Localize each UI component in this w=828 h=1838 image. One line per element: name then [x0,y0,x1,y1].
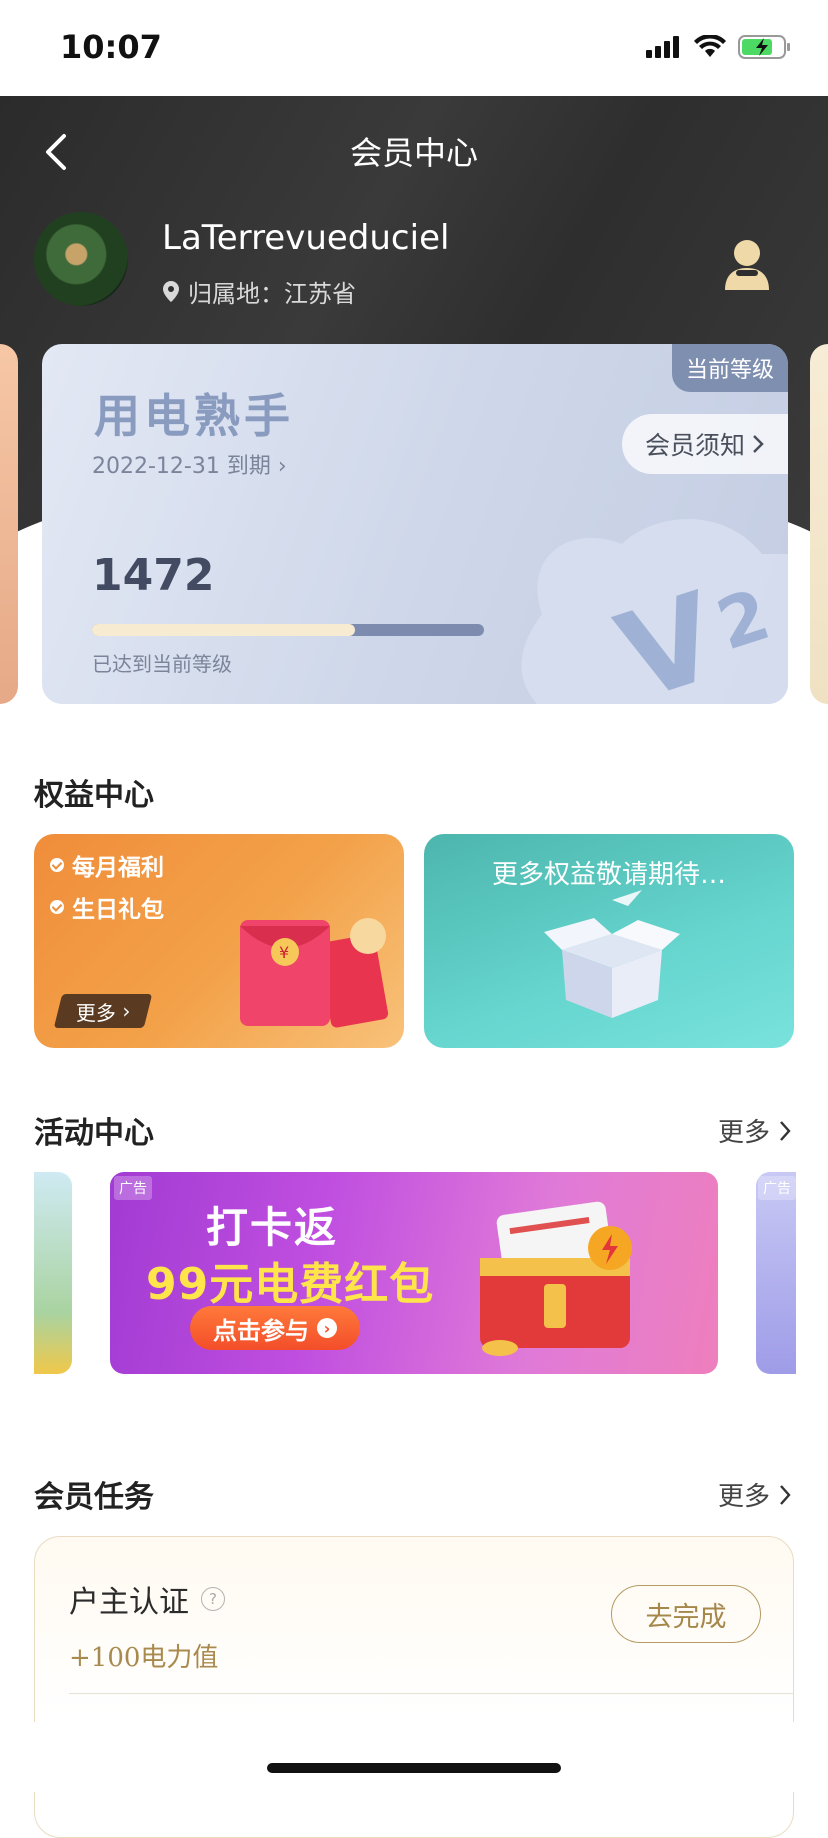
expiry-text: 2022-12-31 到期 [92,454,271,479]
chevron-right-icon [780,1484,791,1505]
task-complete-button[interactable]: 去完成 [611,1585,761,1643]
activities-title: 活动中心 [34,1116,154,1151]
benefit-item-label: 每月福利 [72,855,164,881]
level-name: 用电熟手 [94,389,294,443]
level-card[interactable]: V 2 当前等级 用电熟手 2022-12-31 到期 › 会员须知 1472 … [42,344,788,704]
home-indicator[interactable] [267,1763,561,1773]
banner-headline: 打卡返 [206,1203,339,1252]
activities-more-label: 更多 [717,1118,770,1148]
benefits-title: 权益中心 [34,778,154,813]
chevron-right-icon: › [115,999,131,1023]
chevron-right-icon [753,435,764,453]
benefit-item: 生日礼包 [50,890,164,924]
avatar[interactable] [34,212,128,306]
task-card: 户主认证 ? +100电力值 去完成 [34,1536,794,1838]
member-notice-button[interactable]: 会员须知 [622,414,788,474]
arrow-circle-icon: › [317,1318,337,1338]
ad-label: 广告 [114,1176,152,1200]
wifi-icon [694,35,726,57]
task-name-row: 户主认证 ? [69,1577,225,1621]
location-pin-icon [163,280,179,302]
status-icons [646,34,792,60]
level-progress-fill [92,624,355,636]
current-level-badge: 当前等级 [671,344,788,392]
battery-charging-icon [738,35,790,59]
help-question-icon[interactable]: ? [201,1587,225,1611]
next-level-card[interactable] [810,344,828,704]
username: LaTerrevueduciel [162,218,450,258]
points-value: 1472 [92,550,215,601]
v2-emblem-icon: V 2 [521,519,788,704]
treasure-chest-icon [480,1201,632,1356]
divider [69,1693,793,1694]
banner-join-label: 点击参与 [213,1316,309,1345]
tasks-title: 会员任务 [34,1480,154,1515]
svg-text:¥: ¥ [279,943,289,962]
benefit-card-coming-soon[interactable]: 更多权益敬请期待… [424,834,794,1048]
activities-more-link[interactable]: 更多 [718,1112,792,1149]
next-activity-banner[interactable]: 广告 [756,1172,796,1374]
coming-soon-text: 更多权益敬请期待… [491,860,726,890]
benefits-more-label: 更多 [75,1000,116,1025]
banner-subheadline: 99元电费红包 [146,1259,435,1310]
prev-level-card[interactable] [0,344,18,704]
location-text: 归属地：江苏省 [188,280,356,308]
user-profile-icon[interactable] [722,236,772,292]
location-row: 归属地：江苏省 [162,274,356,309]
tasks-more-link[interactable]: 更多 [718,1476,792,1513]
gift-box-icon [544,890,680,1018]
page-title: 会员中心 [349,134,478,172]
task-reward: +100电力值 [69,1643,219,1673]
level-status: 已达到当前等级 [92,652,232,676]
benefit-item-label: 生日礼包 [72,897,164,923]
status-time: 10:07 [60,28,162,66]
chevron-right-icon [780,1120,791,1141]
home-indicator-area [0,1722,828,1792]
level-progress-bar [92,624,484,636]
benefit-item: 每月福利 [50,848,164,882]
benefit-card-gifts[interactable]: 每月福利 生日礼包 ¥ 更多 › [34,834,404,1048]
check-icon [50,900,64,914]
tasks-more-label: 更多 [717,1482,770,1512]
prev-activity-banner[interactable] [34,1172,72,1374]
benefits-more-button[interactable]: 更多 › [53,994,153,1028]
check-icon [50,858,64,872]
task-name: 户主认证 [69,1585,189,1620]
banner-join-button[interactable]: 点击参与 › [190,1306,360,1350]
chevron-right-icon: › [277,454,287,479]
red-envelope-icon: ¥ [240,918,389,1028]
activity-banner[interactable]: 广告 打卡返 99元电费红包 点击参与 › [110,1172,718,1374]
status-bar: 10:07 [0,0,828,96]
signal-icon [646,36,679,58]
member-notice-label: 会员须知 [644,431,745,460]
level-expiry[interactable]: 2022-12-31 到期 › [92,448,287,480]
ad-label: 广告 [758,1176,796,1200]
